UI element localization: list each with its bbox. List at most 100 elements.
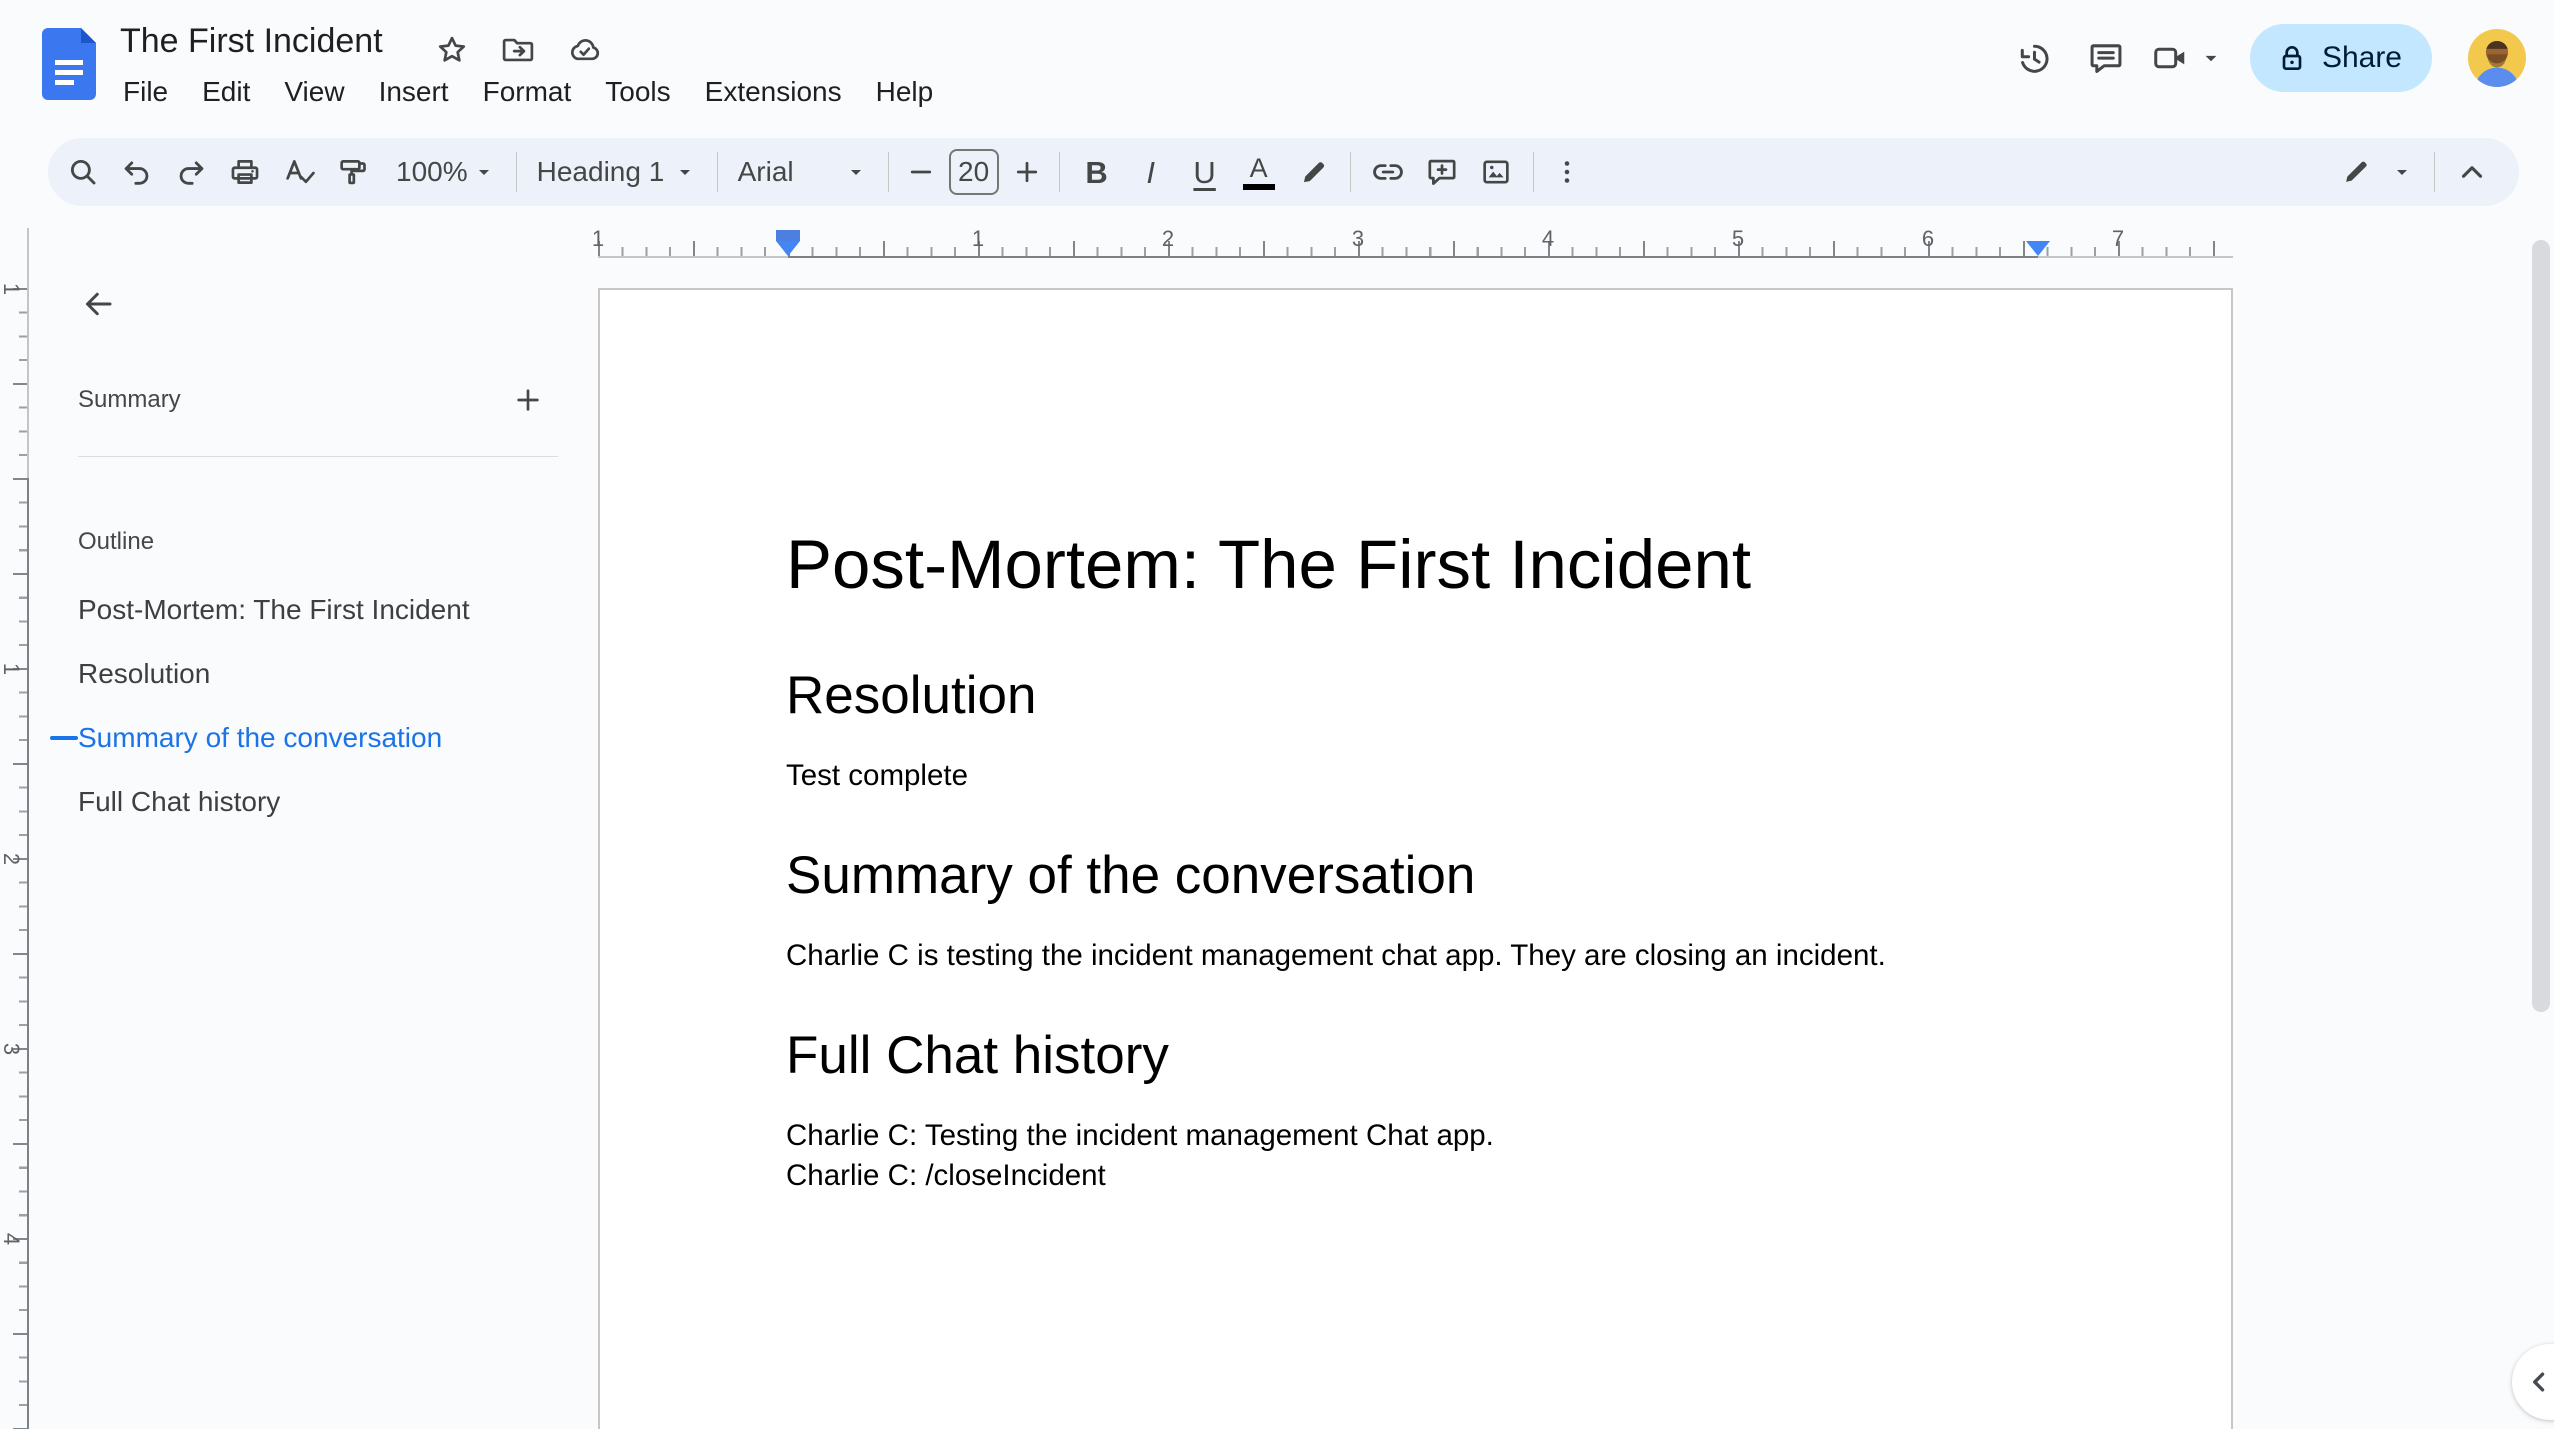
indent-marker-left[interactable] xyxy=(776,230,800,256)
close-outline-button[interactable] xyxy=(74,280,122,328)
chevron-down-icon xyxy=(679,170,690,175)
insert-link-button[interactable] xyxy=(1361,144,1415,200)
add-summary-button[interactable] xyxy=(508,380,548,420)
highlight-color-button[interactable] xyxy=(1286,144,1340,200)
show-side-panel-button[interactable] xyxy=(2512,1344,2554,1420)
header: The First Incident File Edit View Insert… xyxy=(0,0,2554,138)
bold-icon: B xyxy=(1085,154,1108,190)
ruler-label: 1 xyxy=(591,226,605,251)
version-history-icon xyxy=(2020,44,2049,73)
bold-button[interactable]: B xyxy=(1070,144,1124,200)
editing-mode-icon xyxy=(2346,161,2367,182)
outline-item[interactable]: Post-Mortem: The First Incident xyxy=(48,578,570,642)
hide-menus-icon xyxy=(2461,166,2483,178)
docs-logo-icon[interactable] xyxy=(42,28,96,100)
ruler-label: 5 xyxy=(1731,226,1745,251)
lock-icon xyxy=(2282,46,2302,70)
editing-mode-select[interactable] xyxy=(2330,144,2424,200)
open-comments-button[interactable] xyxy=(2070,22,2142,94)
vertical-scrollbar[interactable] xyxy=(2532,240,2550,1012)
insert-image-button[interactable] xyxy=(1469,144,1523,200)
document-page[interactable]: Post-Mortem: The First Incident Resoluti… xyxy=(598,288,2233,1429)
underline-button[interactable]: U xyxy=(1178,144,1232,200)
plus-icon xyxy=(1016,161,1037,183)
doc-paragraph[interactable]: Charlie C: /closeIncident xyxy=(786,1156,2045,1196)
doc-heading-chat-history[interactable]: Full Chat history xyxy=(786,1025,2045,1087)
version-history-button[interactable] xyxy=(1998,22,2070,94)
zoom-select[interactable]: 100% xyxy=(386,144,506,200)
add-comment-icon xyxy=(1428,159,1456,185)
share-label: Share xyxy=(2321,41,2402,74)
ruler-label: 3 xyxy=(1351,226,1365,251)
menu-file[interactable]: File xyxy=(106,70,185,114)
doc-heading-resolution[interactable]: Resolution xyxy=(786,665,2045,727)
ruler-label: 2 xyxy=(1161,226,1175,251)
menu-tools[interactable]: Tools xyxy=(588,70,687,114)
account-avatar[interactable] xyxy=(2468,29,2526,87)
divider xyxy=(1058,152,1060,192)
divider xyxy=(887,152,889,192)
more-icon xyxy=(1564,161,1569,183)
chevron-down-icon xyxy=(2205,55,2217,62)
ruler-label: 1 xyxy=(0,662,24,676)
add-comment-button[interactable] xyxy=(1415,144,1469,200)
ruler-label: 1 xyxy=(0,282,24,296)
join-call-button[interactable] xyxy=(2142,22,2198,94)
outline-heading: Outline xyxy=(78,528,155,555)
outline-item[interactable]: Full Chat history xyxy=(48,770,570,834)
font-size-input[interactable]: 20 xyxy=(948,149,999,195)
indent-marker-right[interactable] xyxy=(2026,241,2050,256)
menu-insert[interactable]: Insert xyxy=(362,70,466,114)
print-button[interactable] xyxy=(218,144,272,200)
spellcheck-button[interactable] xyxy=(272,144,326,200)
horizontal-ruler: 1 1 2 3 4 5 6 7 xyxy=(592,226,2233,258)
decrease-font-size-button[interactable] xyxy=(899,144,943,200)
menu-format[interactable]: Format xyxy=(466,70,589,114)
hide-menus-button[interactable] xyxy=(2445,144,2499,200)
divider xyxy=(716,152,718,192)
collapse-panel-icon xyxy=(2533,1372,2545,1392)
menu-view[interactable]: View xyxy=(267,70,361,114)
ruler-label: 2 xyxy=(0,852,24,866)
doc-paragraph[interactable]: Charlie C: Testing the incident manageme… xyxy=(786,1116,2045,1156)
font-family-select[interactable]: Arial xyxy=(728,144,878,200)
doc-heading-title[interactable]: Post-Mortem: The First Incident xyxy=(786,525,2045,605)
ruler-label: 3 xyxy=(0,1042,24,1056)
document-status-button[interactable] xyxy=(560,26,608,74)
paint-format-icon xyxy=(340,160,366,185)
cloud-status-icon xyxy=(571,39,600,61)
document-title[interactable]: The First Incident xyxy=(120,22,383,61)
print-icon xyxy=(231,160,259,184)
doc-paragraph[interactable]: Charlie C is testing the incident manage… xyxy=(786,936,2045,976)
undo-button[interactable] xyxy=(110,144,164,200)
increase-font-size-button[interactable] xyxy=(1005,144,1049,200)
search-menus-button[interactable] xyxy=(56,144,110,200)
outline-sidebar: Summary Outline Post-Mortem: The First I… xyxy=(48,280,570,900)
outline-item-active[interactable]: Summary of the conversation xyxy=(48,706,570,770)
vertical-ruler: 1 1 2 3 4 xyxy=(0,228,30,1429)
chevron-down-icon xyxy=(2397,170,2407,175)
italic-button[interactable]: I xyxy=(1124,144,1178,200)
ruler-label: 4 xyxy=(1541,226,1555,251)
divider xyxy=(1349,152,1351,192)
star-button[interactable] xyxy=(428,26,476,74)
insert-link-icon xyxy=(1372,164,1403,180)
text-color-button[interactable]: A xyxy=(1232,144,1286,200)
paint-format-button[interactable] xyxy=(326,144,380,200)
back-icon xyxy=(86,292,112,316)
paragraph-style-select[interactable]: Heading 1 xyxy=(527,144,707,200)
doc-paragraph[interactable]: Test complete xyxy=(786,756,2045,796)
menu-extensions[interactable]: Extensions xyxy=(688,70,859,114)
ruler-label: 7 xyxy=(2111,226,2125,251)
search-icon xyxy=(70,159,96,185)
document-content: Post-Mortem: The First Incident Resoluti… xyxy=(600,290,2231,1196)
outline-item[interactable]: Resolution xyxy=(48,642,570,706)
share-button[interactable]: Share xyxy=(2249,24,2432,92)
more-options-button[interactable] xyxy=(1544,144,1590,200)
menu-edit[interactable]: Edit xyxy=(185,70,267,114)
menu-help[interactable]: Help xyxy=(859,70,951,114)
doc-heading-summary[interactable]: Summary of the conversation xyxy=(786,845,2045,907)
outline-list: Post-Mortem: The First Incident Resoluti… xyxy=(48,578,570,834)
redo-button[interactable] xyxy=(164,144,218,200)
move-button[interactable] xyxy=(494,26,542,74)
